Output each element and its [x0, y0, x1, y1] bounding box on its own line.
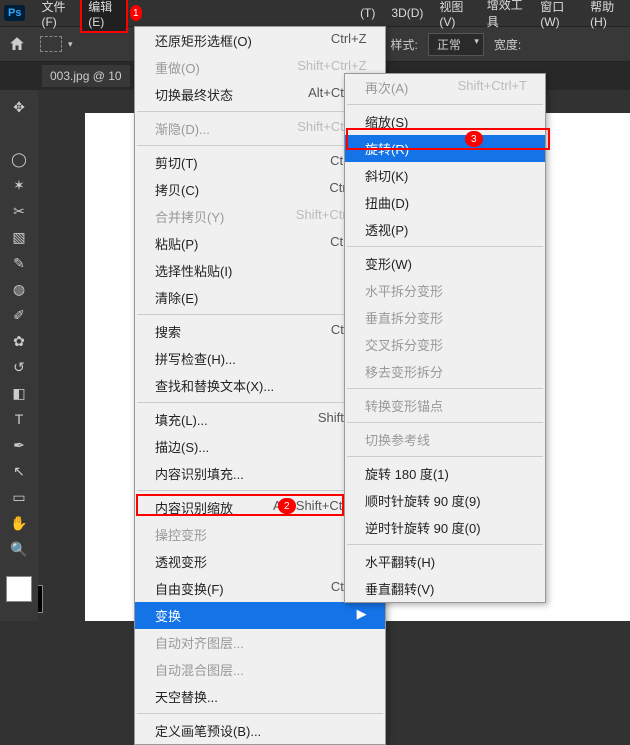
menu-item: 交叉拆分变形	[345, 331, 545, 358]
marquee-tool-icon[interactable]	[5, 121, 33, 145]
app-logo: Ps	[4, 5, 25, 21]
style-label: 样式:	[391, 36, 418, 53]
menu-item[interactable]: 逆时针旋转 90 度(0)	[345, 514, 545, 541]
pen-tool-icon[interactable]: ✒	[5, 433, 33, 457]
menu-window[interactable]: 窗口(W)	[532, 0, 582, 33]
annotation-2: 2	[278, 498, 296, 514]
menu-item[interactable]: 定义画笔预设(B)...	[135, 717, 385, 744]
type-tool-icon[interactable]: T	[5, 407, 33, 431]
home-icon[interactable]	[8, 35, 26, 53]
transform-submenu: 再次(A)Shift+Ctrl+T 缩放(S)旋转(R)斜切(K)扭曲(D)透视(…	[344, 73, 546, 603]
eyedropper-tool-icon[interactable]: ✎	[5, 251, 33, 275]
menu-type[interactable]: (T)	[352, 2, 383, 24]
menu-item[interactable]: 旋转(R)	[345, 135, 545, 162]
menu-view[interactable]: 视图(V)	[431, 0, 478, 33]
menu-item[interactable]: 还原矩形选框(O)Ctrl+Z	[135, 27, 385, 54]
menu-help[interactable]: 帮助(H)	[582, 0, 630, 33]
stamp-tool-icon[interactable]: ✿	[5, 329, 33, 353]
menu-item[interactable]: 顺时针旋转 90 度(9)	[345, 487, 545, 514]
menu-item[interactable]: 缩放(S)	[345, 108, 545, 135]
history-brush-icon[interactable]: ↺	[5, 355, 33, 379]
document-tab[interactable]: 003.jpg @ 10	[42, 65, 130, 87]
dropdown-icon[interactable]: ▾	[68, 39, 73, 50]
menu-item[interactable]: 斜切(K)	[345, 162, 545, 189]
menu-item: 切换参考线	[345, 426, 545, 453]
menu-3d[interactable]: 3D(D)	[383, 2, 431, 24]
menu-item: 自动混合图层...	[135, 656, 385, 683]
wand-tool-icon[interactable]: ✶	[5, 173, 33, 197]
marquee-tool-icon[interactable]	[40, 36, 62, 52]
move-tool-icon[interactable]: ✥	[5, 95, 33, 119]
eraser-tool-icon[interactable]: ◧	[5, 381, 33, 405]
menu-item[interactable]: 变形(W)	[345, 250, 545, 277]
menu-item[interactable]: 旋转 180 度(1)	[345, 460, 545, 487]
annotation-1: 1	[130, 5, 143, 21]
menu-file[interactable]: 文件(F)	[33, 0, 80, 33]
menu-item[interactable]: 变换▶	[135, 602, 385, 629]
menu-item[interactable]: 垂直翻转(V)	[345, 575, 545, 602]
menu-item[interactable]: 透视(P)	[345, 216, 545, 243]
style-select[interactable]: 正常	[428, 33, 484, 56]
lasso-tool-icon[interactable]: ◯	[5, 147, 33, 171]
heal-tool-icon[interactable]: ◍	[5, 277, 33, 301]
menu-item: 自动对齐图层...	[135, 629, 385, 656]
frame-tool-icon[interactable]: ▧	[5, 225, 33, 249]
brush-tool-icon[interactable]: ✐	[5, 303, 33, 327]
path-tool-icon[interactable]: ↖	[5, 459, 33, 483]
annotation-3: 3	[465, 131, 483, 147]
menu-item: 垂直拆分变形	[345, 304, 545, 331]
menu-item: 转换变形锚点	[345, 392, 545, 419]
crop-tool-icon[interactable]: ✂	[5, 199, 33, 223]
zoom-tool-icon[interactable]: 🔍	[5, 537, 33, 561]
menu-item: 再次(A)Shift+Ctrl+T	[345, 74, 545, 101]
hand-tool-icon[interactable]: ✋	[5, 511, 33, 535]
color-swatch[interactable]	[6, 576, 32, 602]
menu-item[interactable]: 天空替换...	[135, 683, 385, 710]
width-label: 宽度:	[494, 36, 521, 53]
shape-tool-icon[interactable]: ▭	[5, 485, 33, 509]
tools-panel: ✥ ◯ ✶ ✂ ▧ ✎ ◍ ✐ ✿ ↺ ◧ T ✒ ↖ ▭ ✋ 🔍	[0, 90, 38, 621]
menu-item: 移去变形拆分	[345, 358, 545, 385]
menu-plugins[interactable]: 增效工具	[479, 0, 533, 34]
menu-edit[interactable]: 编辑(E)	[80, 0, 127, 33]
menu-bar: Ps 文件(F) 编辑(E) 1 (T) 3D(D) 视图(V) 增效工具 窗口…	[0, 0, 630, 26]
menu-item[interactable]: 水平翻转(H)	[345, 548, 545, 575]
menu-item[interactable]: 扭曲(D)	[345, 189, 545, 216]
menu-item: 水平拆分变形	[345, 277, 545, 304]
